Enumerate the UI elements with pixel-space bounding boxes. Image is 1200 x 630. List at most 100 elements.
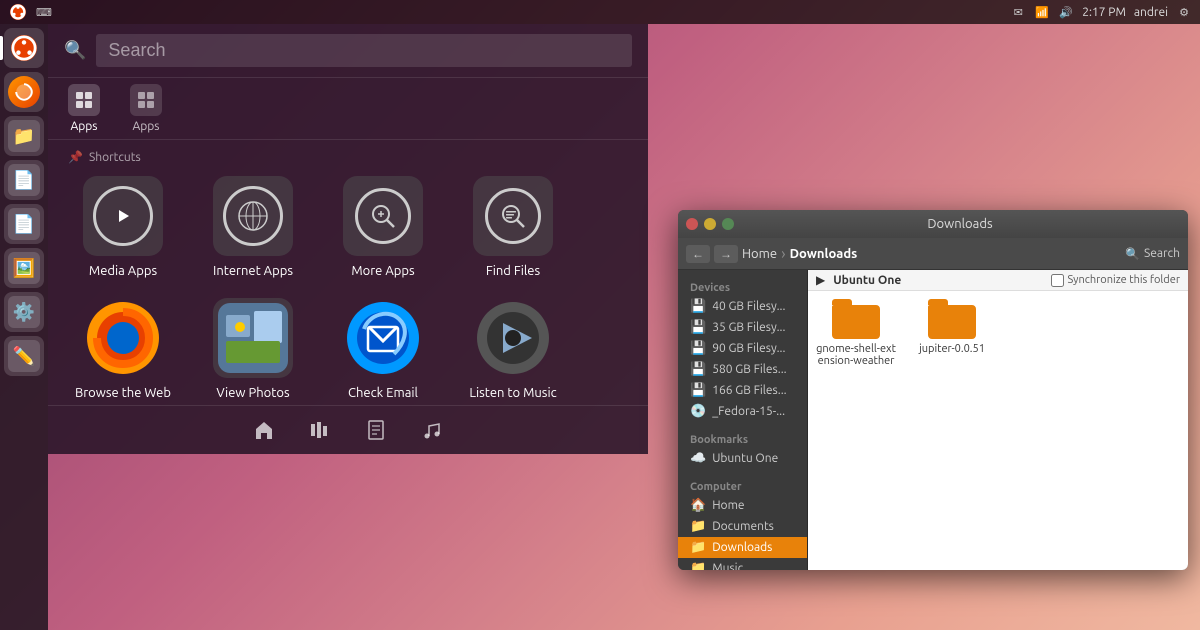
launcher-item-docs[interactable]: 📄 [4, 160, 44, 200]
dash-overlay: 🔍 Apps Apps 📌 Shortcuts [48, 24, 648, 454]
more-apps-icon [343, 176, 423, 256]
sidebar-computer-section: Computer 🏠 Home 📁 Documents 📁 Downloads … [678, 473, 807, 570]
sound-icon[interactable]: 🔊 [1058, 4, 1074, 20]
device-icon-5: 💿 [690, 404, 706, 419]
fm-body: Devices 💾 40 GB Filesy... 💾 35 GB Filesy… [678, 270, 1188, 570]
ubuntu-one-label[interactable]: Ubuntu One [833, 274, 901, 287]
sidebar-computer-music[interactable]: 📁 Music [678, 558, 807, 570]
app-more-apps[interactable]: More Apps [328, 176, 438, 278]
file-label-0: gnome-shell-extension-weather [816, 343, 896, 367]
app-find-files[interactable]: Find Files [458, 176, 568, 278]
sidebar-devices-section: Devices 💾 40 GB Filesy... 💾 35 GB Filesy… [678, 274, 807, 426]
launcher-item-photos[interactable]: 🖼️ [4, 248, 44, 288]
app-check-email[interactable]: Check Email [328, 298, 438, 400]
browse-web-icon [83, 298, 163, 378]
search-icon: 🔍 [1125, 247, 1140, 261]
mail-icon[interactable]: ✉ [1010, 4, 1026, 20]
search-input[interactable] [96, 34, 632, 67]
find-files-icon [473, 176, 553, 256]
sidebar-device-5[interactable]: 💿 _Fedora-15-... [678, 401, 807, 422]
shortcuts-icon: 📌 [68, 150, 83, 164]
app-listen-music[interactable]: Listen to Music [458, 298, 568, 400]
sidebar-device-2[interactable]: 💾 90 GB Filesy... [678, 338, 807, 359]
sidebar-device-3[interactable]: 💾 580 GB Files... [678, 359, 807, 380]
fm-minimize-button[interactable] [704, 218, 716, 230]
lens-label-apps-2: Apps [132, 120, 159, 133]
app-browse-web[interactable]: Browse the Web [68, 298, 178, 400]
launcher: 📁 📄 📄 🖼️ ⚙️ ✏️ [0, 24, 48, 630]
apps-lens-icon-2 [130, 84, 162, 116]
fm-back-button[interactable]: ← [686, 245, 710, 263]
fm-files-area: gnome-shell-extension-weather jupiter-0.… [808, 291, 1188, 375]
listen-music-label: Listen to Music [469, 386, 556, 400]
lens-item-apps-1[interactable]: Apps [68, 84, 100, 133]
fm-toolbar: ← → Home › Downloads 🔍 Search [678, 238, 1188, 270]
file-item-0[interactable]: gnome-shell-extension-weather [816, 299, 896, 367]
view-photos-icon [213, 298, 293, 378]
nav-docs[interactable] [360, 414, 392, 446]
launcher-item-firefox[interactable] [4, 72, 44, 112]
sidebar-computer-home[interactable]: 🏠 Home [678, 495, 807, 516]
home-folder-icon: 🏠 [690, 498, 706, 513]
sync-checkbox[interactable] [1051, 274, 1064, 287]
app-view-photos[interactable]: View Photos [198, 298, 308, 400]
section-title: 📌 Shortcuts [68, 150, 628, 164]
network-icon[interactable]: 📶 [1034, 4, 1050, 20]
check-email-icon [343, 298, 423, 378]
breadcrumb-current[interactable]: Downloads [790, 247, 858, 261]
ubuntu-one-triangle: ▶ [816, 273, 825, 287]
lens-item-apps-2[interactable]: Apps [130, 84, 162, 133]
dash-nav [48, 405, 648, 454]
top-bar: ⌨ ✉ 📶 🔊 2:17 PM andrei ⚙ [0, 0, 1200, 24]
sidebar-bookmark-ubuntuone[interactable]: ☁️ Ubuntu One [678, 448, 807, 469]
app-media-apps[interactable]: Media Apps [68, 176, 178, 278]
launcher-item-home[interactable] [4, 28, 44, 68]
app-internet-apps[interactable]: Internet Apps [198, 176, 308, 278]
launcher-item-settings[interactable]: ⚙️ [4, 292, 44, 332]
launcher-item-edit[interactable]: ✏️ [4, 336, 44, 376]
fm-breadcrumb: Home › Downloads [742, 245, 1121, 263]
dash-content: 📌 Shortcuts Media Apps Int [48, 140, 648, 405]
apps-lens-icon-1 [68, 84, 100, 116]
breadcrumb-home[interactable]: Home [742, 247, 777, 261]
search-icon: 🔍 [64, 40, 86, 61]
listen-music-icon [473, 298, 553, 378]
view-photos-label: View Photos [216, 386, 289, 400]
device-icon-0: 💾 [690, 299, 706, 314]
sidebar-computer-downloads[interactable]: 📁 Downloads [678, 537, 807, 558]
sidebar-devices-heading: Devices [678, 278, 807, 296]
media-apps-label: Media Apps [89, 264, 157, 278]
shortcuts-label: Shortcuts [89, 151, 141, 164]
top-bar-left: ⌨ [8, 2, 52, 22]
launcher-item-files[interactable]: 📁 [4, 116, 44, 156]
sync-label: Synchronize this folder [1068, 274, 1180, 286]
file-item-1[interactable]: jupiter-0.0.51 [912, 299, 992, 367]
ubuntu-menu-icon[interactable] [8, 2, 28, 22]
clock: 2:17 PM [1082, 6, 1126, 19]
gear-icon[interactable]: ⚙ [1176, 4, 1192, 20]
media-apps-icon [83, 176, 163, 256]
sync-checkbox-area[interactable]: Synchronize this folder [1051, 274, 1180, 287]
device-icon-4: 💾 [690, 383, 706, 398]
top-bar-right: ✉ 📶 🔊 2:17 PM andrei ⚙ [1010, 4, 1192, 20]
device-icon-1: 💾 [690, 320, 706, 335]
lens-label-apps-1: Apps [70, 120, 97, 133]
fm-forward-button[interactable]: → [714, 245, 738, 263]
sidebar-device-4[interactable]: 💾 166 GB Files... [678, 380, 807, 401]
nav-apps[interactable] [304, 414, 336, 446]
browse-web-label: Browse the Web [75, 386, 171, 400]
nav-home[interactable] [248, 414, 280, 446]
fm-search-area[interactable]: 🔍 Search [1125, 247, 1180, 261]
more-apps-label: More Apps [351, 264, 414, 278]
fm-maximize-button[interactable] [722, 218, 734, 230]
fm-titlebar: Downloads [678, 210, 1188, 238]
username[interactable]: andrei [1134, 6, 1168, 19]
nav-music[interactable] [416, 414, 448, 446]
fm-close-button[interactable] [686, 218, 698, 230]
sidebar-bookmarks-heading: Bookmarks [678, 430, 807, 448]
ibus-icon[interactable]: ⌨ [36, 4, 52, 20]
sidebar-computer-documents[interactable]: 📁 Documents [678, 516, 807, 537]
launcher-item-mail[interactable]: 📄 [4, 204, 44, 244]
sidebar-device-1[interactable]: 💾 35 GB Filesy... [678, 317, 807, 338]
sidebar-device-0[interactable]: 💾 40 GB Filesy... [678, 296, 807, 317]
